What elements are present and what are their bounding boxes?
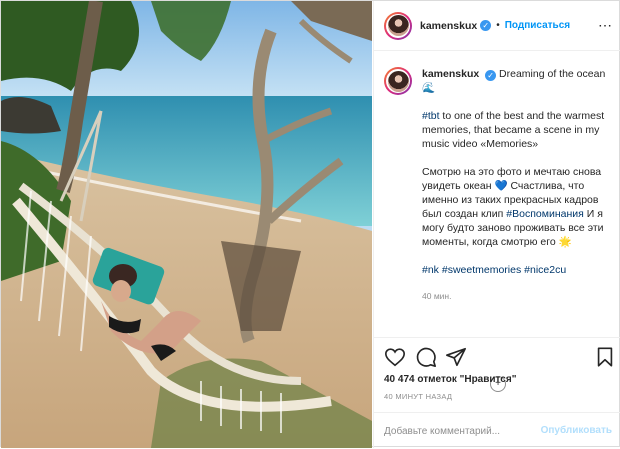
- caption-p1-text: to one of the best and the warmest memor…: [422, 110, 605, 150]
- caption-text: kamenskux ✓ Dreaming of the ocean 🌊 #tbt…: [422, 67, 612, 303]
- post-time[interactable]: 40 МИНУТ НАЗАД: [384, 392, 452, 401]
- caption-title: Dreaming of the ocean: [499, 68, 606, 80]
- post-photo[interactable]: [1, 1, 372, 448]
- separator-dot: •: [496, 20, 500, 31]
- hashtag-tbt[interactable]: #tbt: [422, 110, 440, 122]
- publish-button[interactable]: Опубликовать: [541, 425, 612, 436]
- verified-badge-icon: ✓: [485, 70, 497, 81]
- username[interactable]: kamenskux: [420, 20, 477, 32]
- hashtag-sweetmemories[interactable]: #sweetmemories: [442, 264, 521, 276]
- post-actions: 40 474 отметок "Нравится" 40 МИНУТ НАЗАД…: [374, 337, 620, 448]
- more-horizontal-icon[interactable]: ⋯: [598, 18, 612, 33]
- hashtag-nice2cu[interactable]: #nice2cu: [524, 264, 566, 276]
- bookmark-icon[interactable]: [594, 346, 616, 368]
- post-header: kamenskux ✓ • Подписаться ⋯: [374, 1, 620, 51]
- caption-author[interactable]: kamenskux: [422, 68, 479, 80]
- action-icons: [384, 346, 614, 370]
- caption-avatar[interactable]: [384, 67, 412, 95]
- caption-tags: #nk #sweetmemories #nice2cu: [422, 263, 612, 277]
- share-icon[interactable]: [445, 346, 467, 368]
- caption: kamenskux ✓ Dreaming of the ocean 🌊 #tbt…: [384, 67, 612, 303]
- instagram-post: kamenskux ✓ • Подписаться ⋯ kamenskux ✓ …: [0, 0, 620, 448]
- caption-time: 40 мин.: [422, 291, 452, 301]
- comment-input[interactable]: [384, 423, 534, 439]
- post-sidebar: kamenskux ✓ • Подписаться ⋯ kamenskux ✓ …: [373, 1, 620, 448]
- wave-emoji: 🌊: [422, 82, 436, 94]
- beach-hammock-photo: [1, 1, 372, 448]
- comments-section: kamenskux ✓ Dreaming of the ocean 🌊 #tbt…: [374, 51, 620, 392]
- follow-button[interactable]: Подписаться: [505, 20, 570, 31]
- avatar[interactable]: [384, 11, 412, 40]
- heart-icon[interactable]: [384, 346, 406, 368]
- caption-paragraph-1: #tbt to one of the best and the warmest …: [422, 109, 612, 151]
- likes-count[interactable]: 40 474 отметок "Нравится": [384, 374, 516, 385]
- caption-paragraph-2: Смотрю на это фото и мечтаю снова увидет…: [422, 165, 612, 249]
- add-comment-bar: Опубликовать: [374, 412, 620, 449]
- verified-badge-icon: ✓: [480, 20, 492, 31]
- comment-icon[interactable]: [415, 346, 437, 368]
- hashtag-nk[interactable]: #nk: [422, 264, 439, 276]
- hashtag-vospominaniya[interactable]: #Воспоминания: [506, 208, 584, 220]
